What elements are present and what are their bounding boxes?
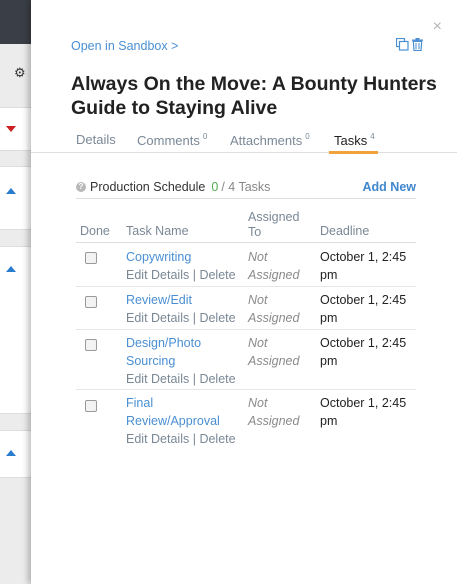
background-page: ⚙ (0, 0, 31, 584)
task-actions: Edit Details | Delete (126, 430, 236, 448)
tab-bar: Details Comments 0 Attachments 0 Tasks 4 (31, 127, 457, 154)
caret-up-icon[interactable] (6, 266, 16, 272)
delete-link[interactable]: Delete (199, 372, 235, 386)
edit-details-link[interactable]: Edit Details (126, 432, 189, 446)
task-done-checkbox[interactable] (85, 339, 97, 351)
separator: | (192, 268, 196, 282)
column-header-assigned-to: Assigned To (248, 210, 300, 239)
trash-icon[interactable] (412, 38, 423, 56)
tasks-done-count: 0 (211, 180, 219, 194)
tab-attachments[interactable]: Attachments 0 (230, 132, 310, 148)
task-done-checkbox[interactable] (85, 252, 97, 264)
schedule-header: ? Production Schedule 0 / 4 Tasks (76, 180, 270, 194)
tab-count-badge: 0 (202, 132, 208, 141)
gear-icon[interactable]: ⚙ (14, 66, 26, 80)
background-row[interactable] (0, 166, 31, 230)
task-assignee: Not Assigned (248, 336, 300, 368)
tasks-total-count: / 4 Tasks (221, 180, 271, 194)
table-row: Copywriting Edit Details | Delete Not As… (76, 243, 416, 287)
task-name-link[interactable]: Final Review/Approval (126, 394, 236, 430)
active-tab-indicator (329, 151, 378, 154)
tab-count-badge: 0 (305, 132, 310, 141)
task-actions: Edit Details | Delete (126, 266, 236, 284)
task-done-checkbox[interactable] (85, 400, 97, 412)
edit-details-link[interactable]: Edit Details (126, 268, 189, 282)
table-row: Review/Edit Edit Details | Delete Not As… (76, 287, 416, 330)
edit-details-link[interactable]: Edit Details (126, 372, 189, 386)
caret-down-icon[interactable] (6, 126, 16, 132)
copy-icon[interactable] (395, 37, 409, 56)
task-deadline: October 1, 2:45 pm (320, 250, 407, 282)
divider (76, 198, 416, 199)
help-icon[interactable]: ? (76, 182, 86, 192)
task-deadline: October 1, 2:45 pm (320, 396, 407, 428)
detail-panel: × Open in Sandbox > Always On the Move: … (31, 0, 457, 584)
row-divider (76, 389, 416, 390)
tab-tasks[interactable]: Tasks 4 (334, 132, 375, 148)
tab-details[interactable]: Details (76, 132, 116, 147)
separator: | (192, 372, 196, 386)
column-header-done: Done (80, 224, 110, 238)
task-assignee: Not Assigned (248, 293, 300, 325)
task-actions: Edit Details | Delete (126, 309, 236, 327)
column-header-deadline: Deadline (320, 224, 370, 238)
caret-up-icon[interactable] (6, 450, 16, 456)
schedule-name: Production Schedule (90, 180, 206, 194)
edit-details-link[interactable]: Edit Details (126, 311, 189, 325)
task-actions: Edit Details | Delete (126, 370, 236, 388)
column-header-task-name: Task Name (126, 224, 189, 238)
task-done-checkbox[interactable] (85, 296, 97, 308)
tab-count-badge: 4 (370, 132, 375, 141)
task-name-link[interactable]: Review/Edit (126, 291, 236, 309)
separator: | (192, 432, 196, 446)
background-topbar (0, 0, 31, 44)
delete-link[interactable]: Delete (199, 268, 235, 282)
tab-comments[interactable]: Comments 0 (137, 132, 207, 148)
close-icon[interactable]: × (433, 19, 442, 35)
caret-up-icon[interactable] (6, 188, 16, 194)
table-row: Design/Photo Sourcing Edit Details | Del… (76, 330, 416, 390)
task-assignee: Not Assigned (248, 396, 300, 428)
task-deadline: October 1, 2:45 pm (320, 293, 407, 325)
task-name-link[interactable]: Design/Photo Sourcing (126, 334, 236, 370)
panel-actions (395, 37, 423, 56)
delete-link[interactable]: Delete (199, 311, 235, 325)
task-name-link[interactable]: Copywriting (126, 248, 236, 266)
delete-link[interactable]: Delete (199, 432, 235, 446)
task-assignee: Not Assigned (248, 250, 300, 282)
page-title: Always On the Move: A Bounty Hunters Gui… (71, 73, 437, 119)
add-new-task-button[interactable]: Add New (363, 180, 416, 194)
separator: | (192, 311, 196, 325)
table-row: Final Review/Approval Edit Details | Del… (76, 391, 416, 451)
task-deadline: October 1, 2:45 pm (320, 336, 407, 368)
open-in-sandbox-link[interactable]: Open in Sandbox > (71, 39, 178, 53)
